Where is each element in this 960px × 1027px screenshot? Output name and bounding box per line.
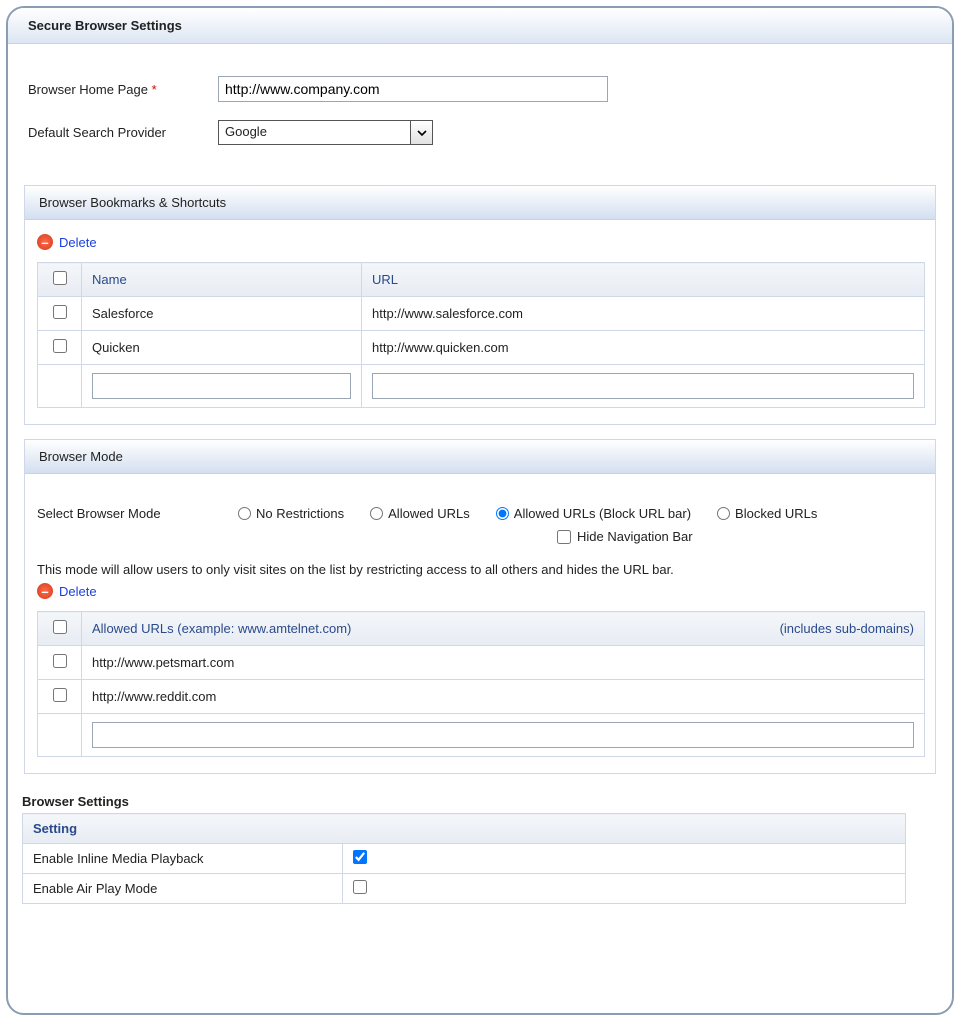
table-row: http://www.reddit.com: [38, 680, 925, 714]
panel-title: Secure Browser Settings: [8, 8, 952, 44]
table-row: Enable Air Play Mode: [23, 874, 906, 904]
mode-allowed-urls[interactable]: Allowed URLs: [370, 506, 470, 521]
hide-nav-checkbox[interactable]: [557, 530, 571, 544]
search-provider-value: Google: [219, 121, 410, 144]
search-provider-label: Default Search Provider: [28, 125, 218, 140]
row-checkbox[interactable]: [53, 654, 67, 668]
row-checkbox[interactable]: [53, 688, 67, 702]
mode-title: Browser Mode: [25, 440, 935, 474]
homepage-label: Browser Home Page *: [28, 82, 218, 97]
settings-column-header: Setting: [23, 814, 906, 844]
row-checkbox[interactable]: [53, 339, 67, 353]
urls-select-all[interactable]: [53, 620, 67, 634]
bookmarks-delete-button[interactable]: – Delete: [37, 234, 97, 250]
mode-description: This mode will allow users to only visit…: [37, 562, 925, 577]
inline-media-checkbox[interactable]: [353, 850, 367, 864]
mode-blocked-urls[interactable]: Blocked URLs: [717, 506, 817, 521]
search-provider-select[interactable]: Google: [218, 120, 433, 145]
row-checkbox[interactable]: [53, 305, 67, 319]
allowed-urls-header: Allowed URLs (example: www.amtelnet.com)…: [82, 612, 925, 646]
delete-icon: –: [37, 234, 53, 250]
table-row-new: [38, 365, 925, 408]
allowed-urls-table: Allowed URLs (example: www.amtelnet.com)…: [37, 611, 925, 757]
bookmarks-table: Name URL Salesforce http://www.salesforc…: [37, 262, 925, 408]
bookmarks-col-url[interactable]: URL: [362, 263, 925, 297]
table-row: Enable Inline Media Playback: [23, 844, 906, 874]
bookmarks-col-name[interactable]: Name: [82, 263, 362, 297]
mode-allowed-block[interactable]: Allowed URLs (Block URL bar): [496, 506, 691, 521]
chevron-down-icon: [410, 121, 432, 144]
mode-select-label: Select Browser Mode: [37, 506, 212, 521]
settings-heading: Browser Settings: [22, 794, 952, 809]
new-bookmark-name[interactable]: [92, 373, 351, 399]
table-row: Quicken http://www.quicken.com: [38, 331, 925, 365]
bookmarks-select-all[interactable]: [53, 271, 67, 285]
table-row: Salesforce http://www.salesforce.com: [38, 297, 925, 331]
table-row: http://www.petsmart.com: [38, 646, 925, 680]
urls-delete-button[interactable]: – Delete: [37, 583, 97, 599]
mode-no-restrictions[interactable]: No Restrictions: [238, 506, 344, 521]
new-url-input[interactable]: [92, 722, 914, 748]
delete-icon: –: [37, 583, 53, 599]
homepage-input[interactable]: [218, 76, 608, 102]
bookmarks-title: Browser Bookmarks & Shortcuts: [25, 186, 935, 220]
new-bookmark-url[interactable]: [372, 373, 914, 399]
table-row-new: [38, 714, 925, 757]
hide-nav-label: Hide Navigation Bar: [577, 529, 693, 544]
settings-table: Setting Enable Inline Media Playback Ena…: [22, 813, 906, 904]
airplay-checkbox[interactable]: [353, 880, 367, 894]
